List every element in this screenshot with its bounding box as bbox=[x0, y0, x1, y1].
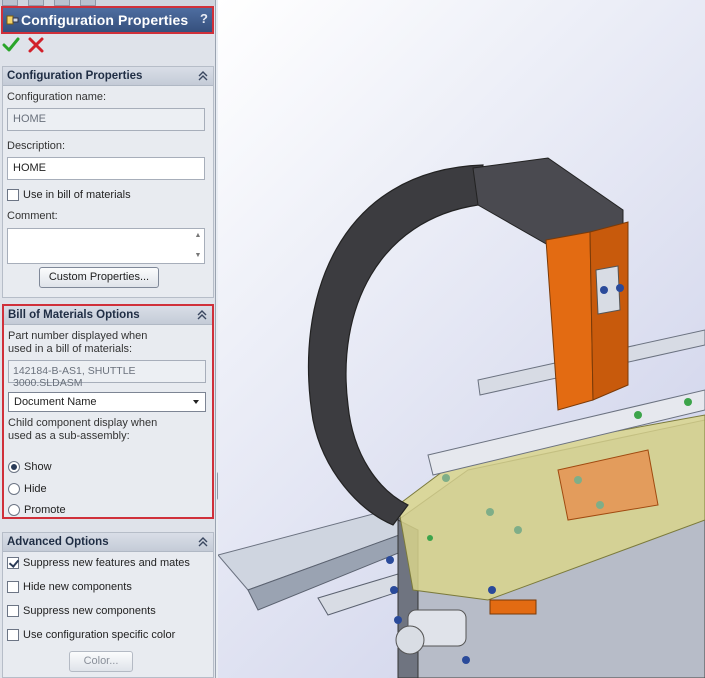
double-chevron-up-icon[interactable] bbox=[197, 70, 209, 82]
bolt bbox=[486, 508, 494, 516]
suppress-new-features-label[interactable]: Suppress new features and mates bbox=[23, 557, 190, 569]
property-manager-header: Configuration Properties ? bbox=[1, 6, 214, 34]
blue-fastener bbox=[386, 556, 394, 564]
scroll-up-icon[interactable]: ▲ bbox=[194, 232, 202, 240]
ok-button[interactable] bbox=[2, 36, 20, 54]
graphics-viewport[interactable] bbox=[218, 0, 705, 678]
section-title: Bill of Materials Options bbox=[8, 309, 140, 321]
child-display-label: Child component display when bbox=[8, 417, 158, 429]
bolt bbox=[442, 474, 450, 482]
section-title: Advanced Options bbox=[7, 536, 109, 548]
use-in-bom-checkbox[interactable] bbox=[7, 189, 19, 201]
comment-field[interactable]: ▲ ▼ bbox=[7, 228, 205, 264]
color-button[interactable]: Color... bbox=[69, 651, 133, 672]
bracket-bolt bbox=[616, 284, 624, 292]
configuration-icon bbox=[6, 15, 19, 25]
scroll-down-icon[interactable]: ▼ bbox=[194, 252, 202, 260]
select-value: Document Name bbox=[14, 396, 97, 408]
double-chevron-up-icon[interactable] bbox=[197, 536, 209, 548]
bolt bbox=[514, 526, 522, 534]
assembly-model-render bbox=[218, 157, 705, 678]
blue-fastener bbox=[390, 586, 398, 594]
hide-radio-label[interactable]: Hide bbox=[24, 483, 47, 495]
part-number-label-2: used in a bill of materials: bbox=[8, 343, 133, 355]
advanced-options-section: Advanced Options Suppress new features a… bbox=[2, 532, 214, 678]
child-display-label-2: used as a sub-assembly: bbox=[8, 430, 130, 442]
show-radio-label[interactable]: Show bbox=[24, 461, 52, 473]
configuration-name-field[interactable]: HOME bbox=[7, 108, 205, 131]
section-header[interactable]: Advanced Options bbox=[3, 533, 213, 552]
section-title: Configuration Properties bbox=[7, 70, 143, 82]
cancel-button[interactable] bbox=[27, 36, 45, 54]
bracket-bolt bbox=[600, 286, 608, 294]
suppress-new-features-checkbox[interactable] bbox=[7, 557, 19, 569]
description-field[interactable]: HOME bbox=[7, 157, 205, 180]
use-in-bom-label[interactable]: Use in bill of materials bbox=[23, 189, 131, 201]
bolt bbox=[634, 411, 642, 419]
suppress-new-components-checkbox[interactable] bbox=[7, 605, 19, 617]
hide-radio[interactable] bbox=[8, 483, 20, 495]
part-number-label: Part number displayed when bbox=[8, 330, 148, 342]
use-specific-color-checkbox[interactable] bbox=[7, 629, 19, 641]
chevron-down-icon bbox=[193, 400, 199, 404]
bolt bbox=[684, 398, 692, 406]
suppress-new-components-label[interactable]: Suppress new components bbox=[23, 605, 156, 617]
part-number-source-select[interactable]: Document Name bbox=[8, 392, 206, 412]
property-manager-panel: Configuration Properties ? Configuration… bbox=[0, 0, 216, 678]
blue-fastener bbox=[488, 586, 496, 594]
bolt bbox=[574, 476, 582, 484]
promote-radio[interactable] bbox=[8, 504, 20, 516]
show-radio[interactable] bbox=[8, 461, 20, 473]
page-title: Configuration Properties bbox=[21, 12, 189, 28]
orange-slide bbox=[489, 599, 537, 615]
double-chevron-up-icon[interactable] bbox=[196, 309, 208, 321]
blue-fastener bbox=[462, 656, 470, 664]
custom-properties-button[interactable]: Custom Properties... bbox=[39, 267, 159, 288]
part-number-field[interactable]: 142184-B-AS1, SHUTTLE 3000.SLDASM bbox=[8, 360, 206, 389]
hide-new-components-checkbox[interactable] bbox=[7, 581, 19, 593]
section-header[interactable]: Bill of Materials Options bbox=[4, 306, 212, 325]
help-icon[interactable]: ? bbox=[200, 11, 208, 26]
blue-fastener bbox=[394, 616, 402, 624]
configuration-name-label: Configuration name: bbox=[7, 91, 107, 103]
configuration-properties-section: Configuration Properties Configuration n… bbox=[2, 66, 214, 298]
motor-end-cap bbox=[395, 625, 425, 655]
promote-radio-label[interactable]: Promote bbox=[24, 504, 66, 516]
bolt bbox=[427, 535, 433, 541]
comment-label: Comment: bbox=[7, 210, 58, 222]
section-header[interactable]: Configuration Properties bbox=[3, 67, 213, 86]
use-specific-color-label[interactable]: Use configuration specific color bbox=[23, 629, 175, 641]
bom-options-section: Bill of Materials Options Part number di… bbox=[2, 304, 214, 519]
bolt bbox=[596, 501, 604, 509]
hide-new-components-label[interactable]: Hide new components bbox=[23, 581, 132, 593]
description-label: Description: bbox=[7, 140, 66, 152]
orange-bracket bbox=[545, 231, 594, 411]
